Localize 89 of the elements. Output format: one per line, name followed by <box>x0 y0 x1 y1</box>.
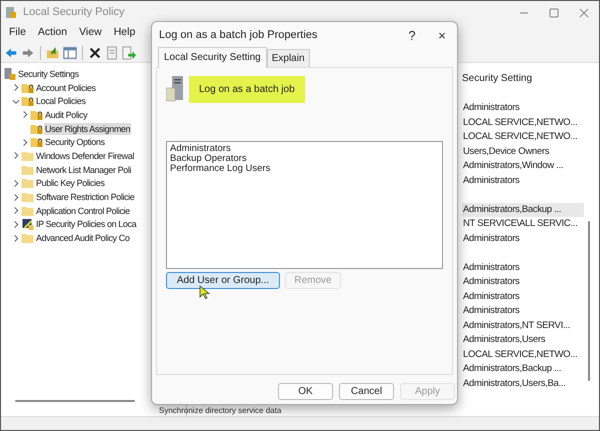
setting-cell[interactable]: Administrators <box>462 290 584 304</box>
setting-cell[interactable]: Administrators <box>462 304 584 318</box>
expand-chevron-icon[interactable] <box>12 220 20 229</box>
list-item[interactable]: Performance Log Users <box>170 164 439 174</box>
setting-cell[interactable]: Administrators <box>462 232 584 246</box>
vertical-scrollbar[interactable] <box>588 221 590 381</box>
console-tree-button[interactable] <box>63 46 77 60</box>
folder-icon <box>21 191 34 204</box>
action-button[interactable]: Add User or Group... <box>166 272 280 288</box>
setting-cell[interactable]: Administrators,Backup ... <box>462 362 584 376</box>
tree-item[interactable]: IP Security Policies on Loca <box>35 218 138 230</box>
setting-cell[interactable]: Administrators <box>462 174 584 188</box>
policy-cell: Synchronize directory service data <box>159 406 282 415</box>
tree-item[interactable]: Advanced Audit Policy Co <box>35 232 130 244</box>
close-icon <box>579 8 589 18</box>
expand-chevron-icon[interactable] <box>12 151 20 160</box>
expand-chevron-icon[interactable] <box>21 110 29 120</box>
export-list-button[interactable] <box>122 46 136 60</box>
tree-item[interactable]: Security Options <box>44 136 106 148</box>
list-item[interactable]: Administrators <box>170 144 439 154</box>
menu-item[interactable]: Help <box>108 25 142 41</box>
column-header[interactable]: Security Setting <box>462 63 599 101</box>
setting-cell[interactable]: Administrators,Window ... <box>462 159 584 174</box>
app-icon <box>5 6 17 18</box>
tree-item[interactable]: Local Policies <box>35 95 86 108</box>
folder-icon <box>21 150 34 162</box>
expand-chevron-icon[interactable] <box>12 206 20 216</box>
setting-cell[interactable]: Administrators,NT SERVI... <box>462 318 584 333</box>
expand-chevron-icon[interactable] <box>12 83 20 92</box>
setting-cell[interactable]: Administrators <box>462 101 584 116</box>
security-settings-icon <box>3 68 16 80</box>
network-shield-icon <box>21 218 34 230</box>
tab[interactable]: Explain <box>266 49 310 67</box>
delete-button[interactable] <box>88 46 102 60</box>
maximize-icon <box>549 8 559 18</box>
locked-folder-icon <box>30 136 43 148</box>
policy-name: Log on as a batch job <box>189 76 305 103</box>
expand-chevron-icon[interactable] <box>21 138 29 147</box>
setting-cell[interactable]: Users,Device Owners <box>462 144 584 159</box>
locked-folder-icon <box>21 95 34 108</box>
tree-item[interactable]: Windows Defender Firewal <box>35 150 135 162</box>
close-button[interactable]: × <box>427 26 457 46</box>
tree-item[interactable]: Application Control Policie <box>35 204 131 217</box>
expand-chevron-icon[interactable] <box>12 178 20 188</box>
setting-cell[interactable]: Administrators,Users,Ba... <box>462 376 584 391</box>
horizontal-scrollbar[interactable] <box>15 400 135 402</box>
tree-item[interactable]: Account Policies <box>35 82 97 94</box>
locked-folder-icon <box>21 82 34 94</box>
expand-chevron-icon[interactable] <box>12 192 20 202</box>
members-listbox[interactable]: Administrators Backup Operators Performance Log Users <box>166 141 443 269</box>
menu-item[interactable]: Action <box>32 25 74 41</box>
expand-chevron-icon[interactable] <box>12 234 20 243</box>
delete-icon <box>88 46 102 60</box>
setting-cell[interactable]: Administrators,Users <box>462 333 584 348</box>
setting-cell[interactable]: LOCAL SERVICE,NETWO... <box>462 348 584 362</box>
setting-cell[interactable]: Administrators <box>462 260 584 275</box>
dialog-title: Log on as a batch job Properties <box>159 28 318 44</box>
folder-icon <box>21 232 34 244</box>
folder-up-button[interactable] <box>46 46 60 60</box>
locked-folder-icon <box>30 108 43 121</box>
tree-item[interactable]: Public Key Policies <box>35 177 106 190</box>
folder-icon <box>21 164 34 176</box>
server-icon <box>166 76 184 102</box>
tree-item[interactable]: Network List Manager Poli <box>35 164 132 176</box>
menu-item[interactable]: View <box>73 25 108 41</box>
folder-icon <box>21 204 34 217</box>
console-tree-icon <box>63 46 77 60</box>
tab[interactable]: Local Security Setting <box>158 47 267 68</box>
tree-item[interactable]: User Rights Assignmen <box>44 122 132 135</box>
tree-item[interactable]: Security Settings <box>17 68 80 80</box>
setting-cell[interactable]: Administrators,Backup ... <box>462 202 584 217</box>
export-list-icon <box>122 46 136 60</box>
window-title: Local Security Policy <box>23 4 124 20</box>
footer-button[interactable]: Cancel <box>339 383 394 400</box>
help-button[interactable]: ? <box>397 26 427 46</box>
locked-folder-icon <box>30 122 43 135</box>
cursor-icon <box>199 284 210 298</box>
folder-icon <box>21 177 34 190</box>
setting-cell[interactable]: LOCAL SERVICE,NETWO... <box>462 130 584 144</box>
list-item[interactable]: Backup Operators <box>170 154 439 164</box>
footer-button[interactable]: OK <box>278 383 333 400</box>
tree-item[interactable]: Software Restriction Policie <box>35 191 136 204</box>
setting-cell[interactable]: NT SERVICE\ALL SERVIC... <box>462 217 584 232</box>
menu-item[interactable]: File <box>3 25 32 41</box>
properties-icon <box>105 46 119 60</box>
tree-item[interactable]: Audit Policy <box>44 108 88 121</box>
folder-up-icon <box>46 46 60 60</box>
setting-cell[interactable]: LOCAL SERVICE,NETWO... <box>462 116 584 130</box>
setting-cell[interactable]: Administrators <box>462 275 584 290</box>
